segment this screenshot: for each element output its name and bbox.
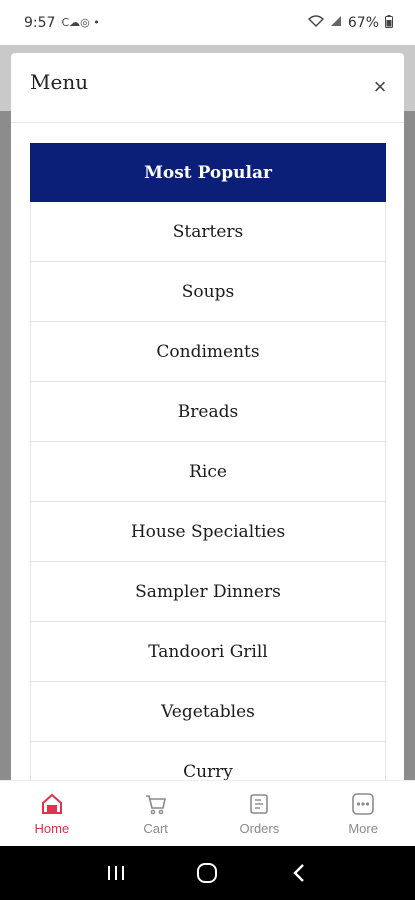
nav-home-label: Home: [34, 821, 70, 836]
signal-icon: [330, 15, 342, 30]
nav-more-label: More: [348, 821, 378, 836]
system-nav-bar: [0, 846, 415, 900]
cart-icon: [143, 791, 169, 817]
back-button[interactable]: [279, 853, 319, 893]
modal-header: Menu ×: [11, 53, 404, 123]
nav-cart-label: Cart: [143, 821, 168, 836]
menu-modal: Menu × Most Popular Starters Soups Condi…: [11, 53, 404, 780]
recents-button[interactable]: [96, 853, 136, 893]
category-house-specialties[interactable]: House Specialties: [30, 502, 386, 562]
home-button[interactable]: [187, 853, 227, 893]
battery-icon: [385, 14, 393, 31]
close-icon: ×: [373, 74, 387, 99]
category-rice[interactable]: Rice: [30, 442, 386, 502]
nav-orders-label: Orders: [239, 821, 280, 836]
category-sampler-dinners[interactable]: Sampler Dinners: [30, 562, 386, 622]
category-list: Most Popular Starters Soups Condiments B…: [30, 143, 386, 780]
more-icon: [350, 791, 376, 817]
category-soups[interactable]: Soups: [30, 262, 386, 322]
status-bar: 9:57 С☁◎ • 67%: [0, 0, 415, 45]
wifi-icon: [307, 15, 324, 30]
bottom-nav: Home Cart Orders More: [0, 780, 415, 846]
category-most-popular[interactable]: Most Popular: [30, 143, 386, 202]
category-tandoori-grill[interactable]: Tandoori Grill: [30, 622, 386, 682]
status-left: 9:57 С☁◎ •: [24, 15, 100, 31]
battery-percent: 67%: [347, 14, 379, 31]
category-vegetables[interactable]: Vegetables: [30, 682, 386, 742]
nav-more[interactable]: More: [311, 781, 415, 846]
modal-title: Menu: [30, 70, 89, 94]
home-icon: [39, 791, 65, 817]
close-button[interactable]: ×: [366, 73, 394, 101]
nav-orders[interactable]: Orders: [208, 781, 312, 846]
status-right: 67%: [307, 14, 393, 31]
notification-icons: С☁◎ •: [61, 16, 100, 29]
category-condiments[interactable]: Condiments: [30, 322, 386, 382]
category-starters[interactable]: Starters: [30, 202, 386, 262]
nav-cart[interactable]: Cart: [104, 781, 208, 846]
nav-home[interactable]: Home: [0, 781, 104, 846]
category-curry[interactable]: Curry: [30, 742, 386, 780]
status-time: 9:57: [24, 14, 56, 31]
orders-icon: [246, 791, 272, 817]
category-breads[interactable]: Breads: [30, 382, 386, 442]
